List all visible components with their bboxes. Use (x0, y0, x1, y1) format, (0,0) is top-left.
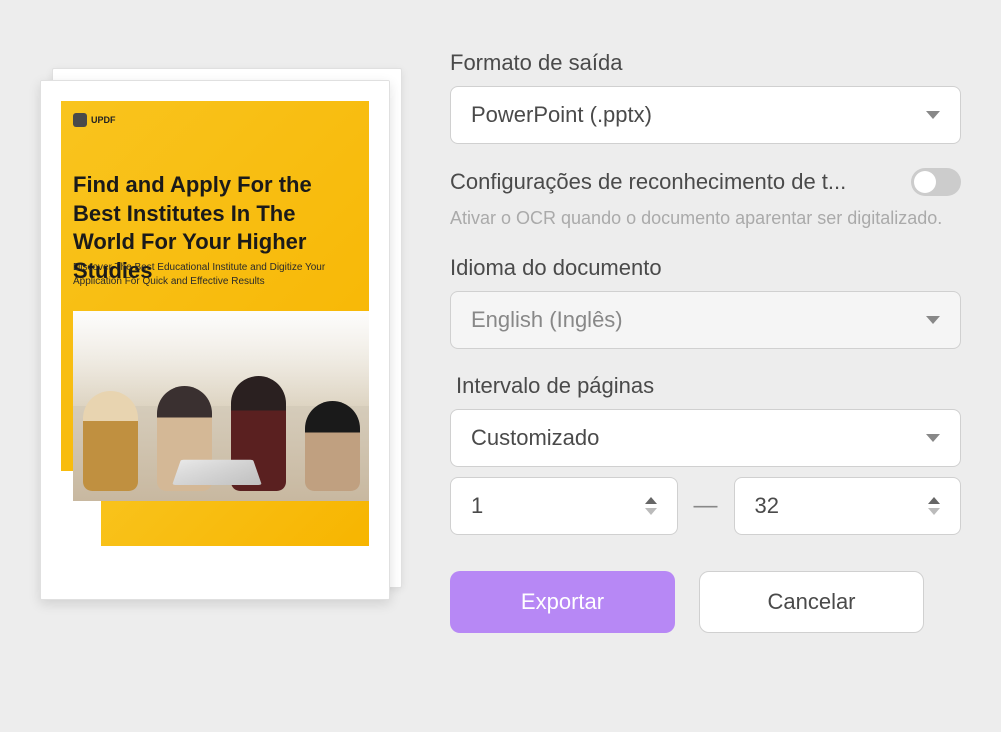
chevron-down-icon (926, 111, 940, 119)
output-format-select[interactable]: PowerPoint (.pptx) (450, 86, 961, 144)
cancel-button[interactable]: Cancelar (699, 571, 924, 633)
stepper-down-icon[interactable] (928, 508, 940, 515)
export-dialog: UPDF Find and Apply For the Best Institu… (0, 0, 1001, 683)
stepper-down-icon[interactable] (645, 508, 657, 515)
output-format-value: PowerPoint (.pptx) (471, 102, 652, 128)
page-from-steppers (645, 497, 657, 515)
output-format-label: Formato de saída (450, 50, 961, 76)
language-value: English (Inglês) (471, 307, 623, 333)
export-form: Formato de saída PowerPoint (.pptx) Conf… (450, 50, 961, 633)
page-range-value: Customizado (471, 425, 599, 451)
page-range-inputs: 1 — 32 (450, 477, 961, 535)
page-to-value: 32 (755, 493, 779, 519)
updf-badge-text: UPDF (91, 115, 116, 125)
preview-page-front: UPDF Find and Apply For the Best Institu… (40, 80, 390, 600)
page-to-input[interactable]: 32 (734, 477, 962, 535)
ocr-settings-label: Configurações de reconhecimento de t... (450, 169, 846, 195)
language-select[interactable]: English (Inglês) (450, 291, 961, 349)
document-preview-panel: UPDF Find and Apply For the Best Institu… (40, 50, 400, 633)
chevron-down-icon (926, 316, 940, 324)
document-cover-image (73, 311, 369, 501)
action-buttons: Exportar Cancelar (450, 571, 961, 633)
stepper-up-icon[interactable] (645, 497, 657, 504)
language-group: Idioma do documento English (Inglês) (450, 255, 961, 349)
page-range-group: Intervalo de páginas Customizado 1 — 32 (450, 373, 961, 535)
ocr-toggle-row: Configurações de reconhecimento de t... (450, 168, 961, 196)
stepper-up-icon[interactable] (928, 497, 940, 504)
ocr-settings-group: Configurações de reconhecimento de t... … (450, 168, 961, 231)
page-from-value: 1 (471, 493, 483, 519)
output-format-group: Formato de saída PowerPoint (.pptx) (450, 50, 961, 144)
language-label: Idioma do documento (450, 255, 961, 281)
export-button[interactable]: Exportar (450, 571, 675, 633)
updf-badge: UPDF (73, 113, 116, 127)
ocr-toggle[interactable] (911, 168, 961, 196)
laptop-illustration (172, 460, 262, 485)
page-to-steppers (928, 497, 940, 515)
updf-logo-icon (73, 113, 87, 127)
range-separator: — (694, 492, 718, 520)
page-range-label: Intervalo de páginas (456, 373, 961, 399)
page-from-input[interactable]: 1 (450, 477, 678, 535)
ocr-hint: Ativar o OCR quando o documento aparenta… (450, 206, 961, 231)
document-cover: UPDF Find and Apply For the Best Institu… (41, 81, 389, 599)
preview-stack: UPDF Find and Apply For the Best Institu… (40, 80, 390, 600)
document-subtitle: Discover The Best Educational Institute … (73, 261, 329, 289)
page-range-select[interactable]: Customizado (450, 409, 961, 467)
chevron-down-icon (926, 434, 940, 442)
